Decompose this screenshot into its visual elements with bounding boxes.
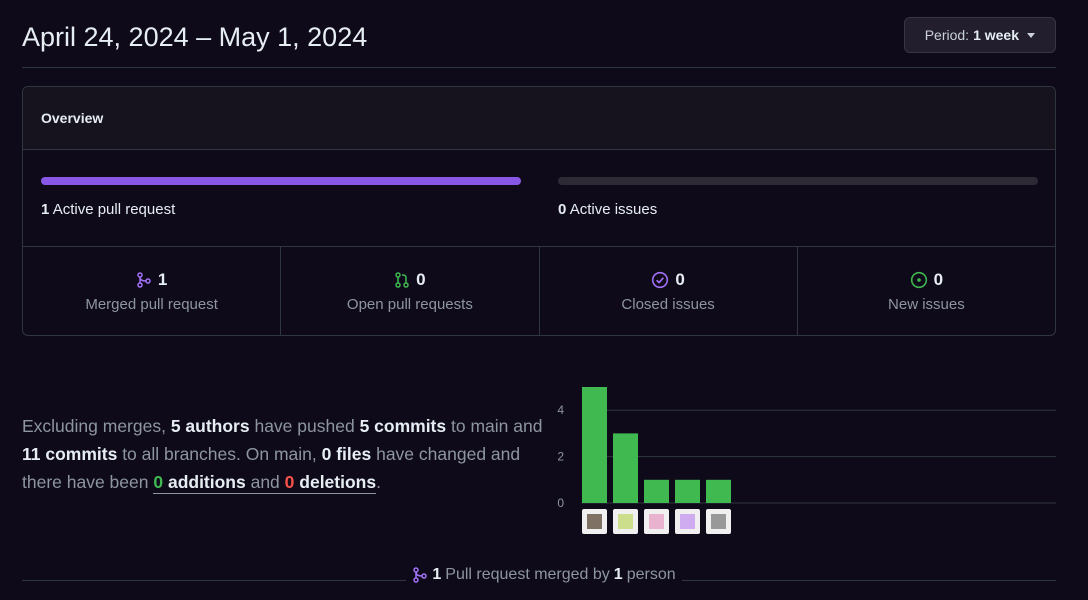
- summary-text: Excluding merges,: [22, 416, 171, 436]
- deletions-count: 0: [284, 472, 295, 492]
- active-issues-text: Active issues: [569, 201, 658, 218]
- git-merge-icon: [413, 567, 428, 583]
- stat-merged-pull-requests[interactable]: 1 Merged pull request: [23, 247, 282, 335]
- chart-bar[interactable]: [675, 479, 700, 503]
- active-pr-count: 1: [41, 201, 50, 218]
- merged-pr-count: 1: [432, 566, 442, 583]
- closed-issues-count: 0: [675, 270, 685, 289]
- avatar-pattern: [711, 514, 726, 529]
- avatar-pattern: [649, 514, 664, 529]
- merged-count: 1: [157, 270, 168, 289]
- footer-text: person: [626, 566, 676, 583]
- overview-bars: 1 Active pull request 0 Active issues: [23, 150, 1055, 247]
- overview-panel: Overview 1 Active pull request 0 Active …: [22, 86, 1056, 336]
- chart-bar[interactable]: [706, 479, 731, 503]
- stat-new-issues[interactable]: 0 New issues: [798, 247, 1055, 335]
- summary-text: .: [376, 472, 381, 492]
- y-tick-label: 2: [557, 450, 564, 464]
- overview-title: Overview: [23, 87, 1055, 150]
- active-pull-request-label[interactable]: 1 Active pull request: [41, 201, 175, 218]
- authors-count: 5 authors: [170, 416, 250, 436]
- chart-bar[interactable]: [644, 479, 669, 503]
- period-select-button[interactable]: Period: 1 week: [903, 17, 1056, 53]
- git-pull-request-icon: [395, 272, 409, 288]
- active-issues-count: 0: [558, 201, 567, 218]
- commits-all-count: 11 commits: [22, 444, 118, 464]
- stats-row: 1 Merged pull request 0 Open pull reques…: [23, 247, 1055, 335]
- additions-label: additions: [163, 472, 246, 492]
- commits-main-count: 5 commits: [359, 416, 447, 436]
- people-count: 1: [613, 566, 623, 583]
- stat-open-pull-requests[interactable]: 0 Open pull requests: [281, 247, 540, 335]
- stat-closed-issues[interactable]: 0 Closed issues: [540, 247, 798, 335]
- chart-bar[interactable]: [613, 433, 638, 503]
- commit-summary: Excluding merges, 5 authors have pushed …: [22, 412, 552, 496]
- period-value: 1 week: [973, 27, 1019, 43]
- summary-text: and: [245, 472, 285, 492]
- summary-text: have pushed: [249, 416, 360, 436]
- y-tick-label: 4: [557, 403, 564, 417]
- active-issues-label[interactable]: 0 Active issues: [558, 201, 657, 218]
- merged-label: Merged pull request: [85, 296, 218, 313]
- merged-pr-summary[interactable]: 1 Pull request merged by 1 person: [0, 566, 1088, 588]
- avatar-pattern: [680, 514, 695, 529]
- open-pr-label: Open pull requests: [346, 296, 473, 313]
- additions-count: 0: [153, 472, 164, 492]
- active-pr-text: Active pull request: [52, 201, 176, 218]
- closed-issues-label: Closed issues: [621, 296, 715, 313]
- commits-by-author-chart: 0 2 4: [557, 387, 1056, 534]
- new-issues-count: 0: [933, 270, 944, 289]
- pull-request-progress-bar[interactable]: [41, 177, 521, 185]
- files-count: 0 files: [321, 444, 372, 464]
- header: April 24, 2024 – May 1, 2024 Period: 1 w…: [22, 17, 1056, 68]
- date-range-title: April 24, 2024 – May 1, 2024: [22, 22, 368, 52]
- y-tick-label: 0: [557, 496, 564, 510]
- chart-bar[interactable]: [582, 387, 607, 503]
- open-pr-count: 0: [416, 270, 426, 289]
- issues-progress-bar[interactable]: [558, 177, 1038, 185]
- summary-text: to all branches. On main,: [117, 444, 322, 464]
- avatar-pattern: [587, 514, 602, 529]
- caret-down-icon: [1027, 32, 1035, 38]
- footer-text: Pull request merged by: [445, 566, 610, 583]
- period-label: Period:: [924, 27, 970, 43]
- pull-request-progress-fill: [41, 177, 521, 185]
- changes-link[interactable]: 0 additions and 0 deletions: [153, 472, 377, 494]
- avatar-pattern: [618, 514, 633, 529]
- issue-closed-icon: [652, 271, 669, 289]
- issue-opened-icon: [910, 271, 927, 289]
- git-merge-icon: [137, 272, 151, 288]
- new-issues-label: New issues: [888, 296, 965, 313]
- summary-text: to main and: [446, 416, 543, 436]
- deletions-label: deletions: [294, 472, 377, 492]
